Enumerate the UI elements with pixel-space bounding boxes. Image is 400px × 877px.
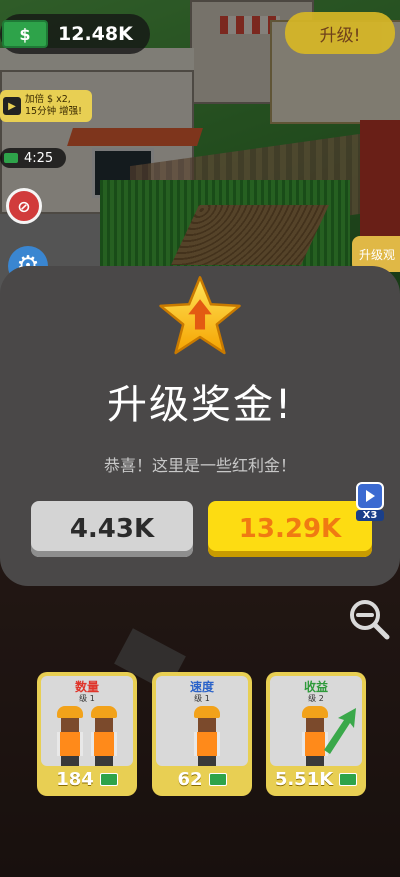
cash-symbol: $ [19, 24, 31, 44]
no-ads-button[interactable]: ⊘ [6, 188, 42, 224]
card-price-value: 184 [56, 769, 94, 790]
boost-offer-button[interactable]: ▶ 加倍 $ x2, 15分钟 增强! [0, 90, 92, 122]
claim-x3-button[interactable]: 13.29K [208, 501, 372, 557]
claim-amount: 4.43K [69, 514, 155, 544]
boost-line-2: 15分钟 增强! [25, 106, 82, 117]
card-art: 数量 级 1 [41, 676, 133, 766]
video-ad-badge: X3 [356, 482, 384, 526]
side-tag-label: 升级观 [358, 247, 395, 262]
card-level: 级 1 [194, 694, 210, 703]
cash-icon [99, 773, 118, 786]
video-icon [356, 482, 384, 510]
boost-timer: 4:25 [0, 148, 66, 168]
star-icon [159, 276, 241, 355]
upgrade-card-quantity[interactable]: 数量 级 1 184 [37, 672, 137, 796]
dialog-title: 升级奖金! [106, 382, 294, 428]
cash-icon: $ [2, 20, 48, 48]
card-level: 级 1 [79, 694, 95, 703]
claim-button[interactable]: 4.43K [31, 501, 193, 557]
upgrade-button[interactable]: 升级! [285, 12, 395, 54]
cash-icon [208, 773, 227, 786]
multiplier-label: X3 [356, 510, 384, 521]
upgrade-card-income[interactable]: 收益 级 2 5.51K [266, 672, 366, 796]
worker-icon [55, 706, 85, 766]
cash-icon [4, 153, 18, 163]
card-art: 速度 级 1 [156, 676, 248, 766]
card-price-value: 5.51K [274, 769, 334, 790]
upgrade-card-speed[interactable]: 速度 级 1 62 [152, 672, 252, 796]
claim-x3-amount: 13.29K [238, 514, 342, 544]
card-level: 级 2 [308, 694, 324, 703]
no-ads-icon: ⊘ [17, 196, 31, 216]
cash-icon [339, 773, 358, 786]
upgrade-button-label: 升级! [319, 25, 361, 46]
boost-text: 加倍 $ x2, 15分钟 增强! [25, 94, 82, 118]
timer-text: 4:25 [24, 150, 54, 166]
cash-amount: 12.48K [58, 23, 133, 45]
card-art: 收益 级 2 [270, 676, 362, 766]
video-icon: ▶ [3, 97, 21, 115]
dialog-subtitle: 恭喜！这里是一些红利金！ [103, 456, 296, 475]
worker-icon [89, 706, 119, 766]
card-price: 62 [152, 769, 252, 790]
card-price: 184 [37, 769, 137, 790]
zoom-out-icon[interactable] [347, 597, 391, 641]
cash-counter: $ 12.48K [0, 14, 150, 54]
arrow-up-icon [324, 708, 356, 754]
card-price-value: 62 [177, 769, 203, 790]
card-price: 5.51K [266, 769, 366, 790]
worker-icon [192, 706, 222, 766]
boost-line-1: 加倍 $ x2, [25, 94, 71, 105]
